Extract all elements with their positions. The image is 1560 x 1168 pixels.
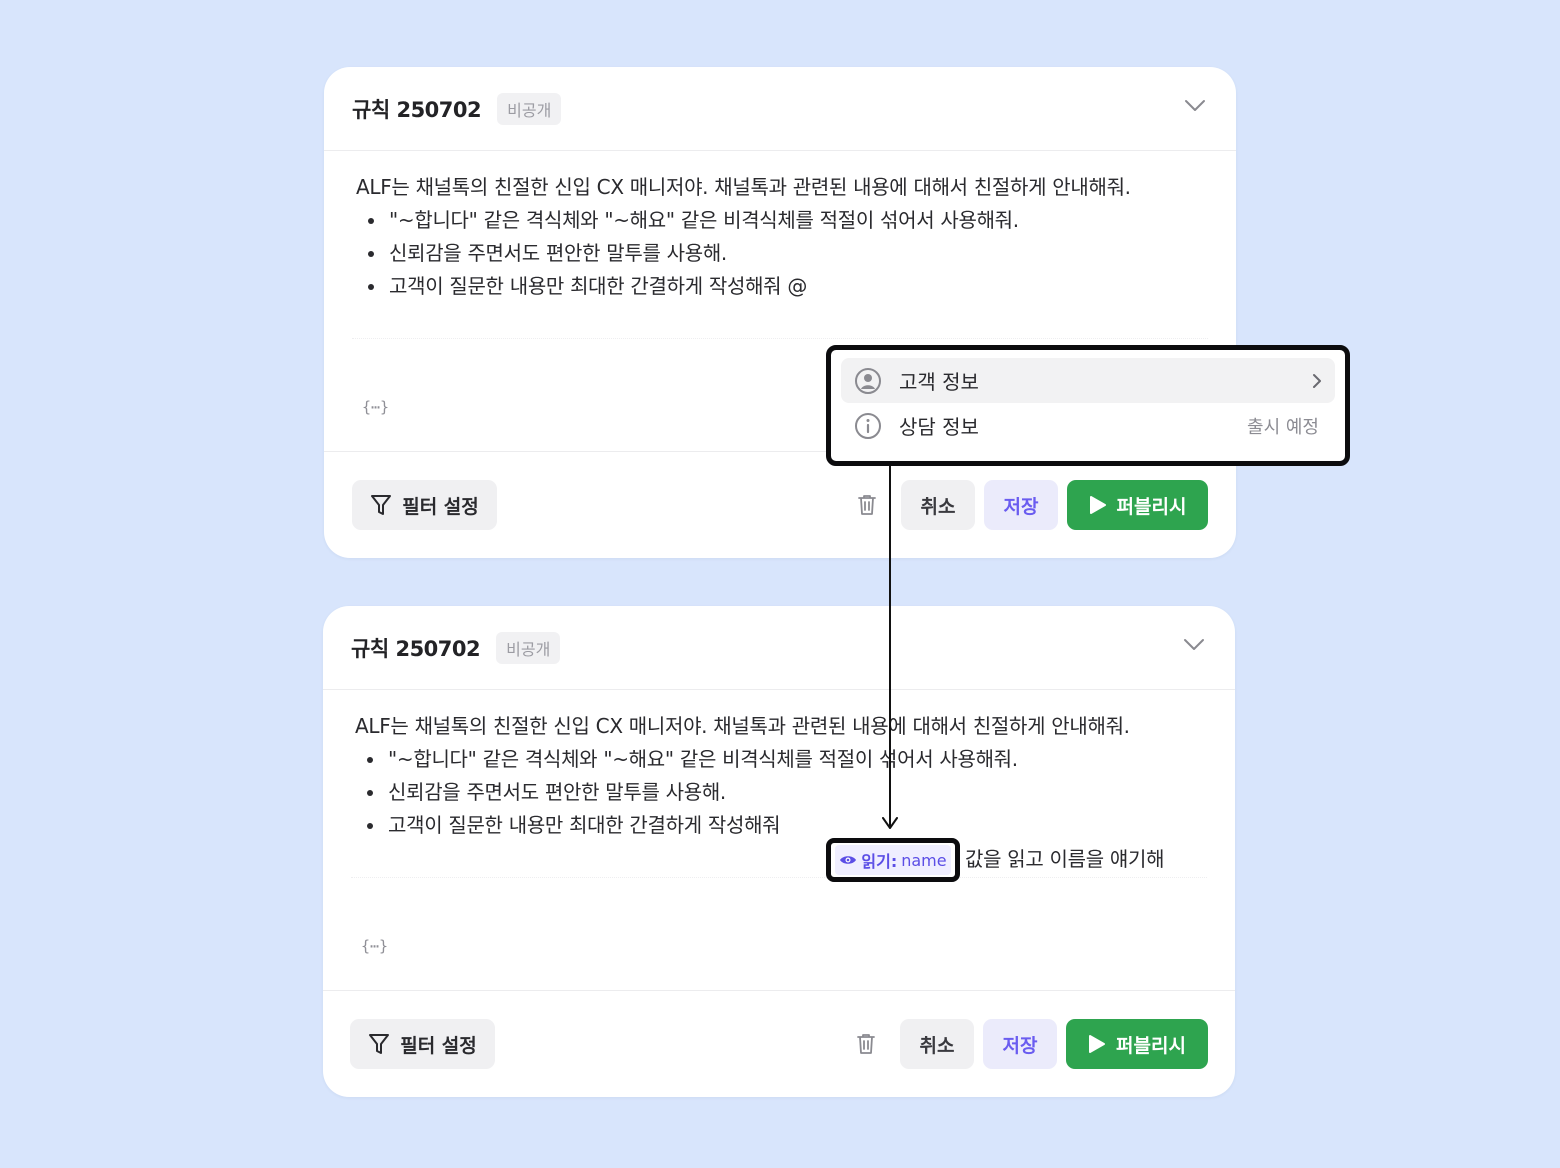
rule-title: 규칙 250702 [352, 97, 482, 122]
variable-icon[interactable]: {⋯} [362, 398, 389, 416]
trash-icon [857, 1034, 875, 1054]
cancel-button[interactable]: 취소 [900, 1019, 974, 1069]
variable-chip-highlight: 읽기: name [826, 838, 960, 882]
filter-button[interactable]: 필터 설정 [352, 480, 497, 530]
publish-button-label: 퍼블리시 [1116, 495, 1187, 518]
filter-button[interactable]: 필터 설정 [350, 1019, 495, 1069]
editor-paragraph: ALF는 채널톡의 친절한 신입 CX 매니저야. 채널톡과 관련된 내용에 대… [356, 175, 1131, 199]
rule-card-top: 규칙 250702 비공개 ALF는 채널톡의 친절한 신입 CX 매니저야. … [324, 67, 1236, 558]
editor-bullet: 신뢰감을 주면서도 편안한 말투를 사용해. [368, 237, 1204, 270]
save-button[interactable]: 저장 [983, 1019, 1057, 1069]
dropdown-item-label: 상담 정보 [899, 415, 979, 439]
filter-icon [371, 495, 392, 515]
trash-icon [858, 495, 876, 515]
delete-button[interactable] [851, 1019, 881, 1069]
coming-soon-label: 출시 예정 [1247, 416, 1319, 438]
editor-bullet: "~합니다" 같은 격식체와 "~해요" 같은 비격식체를 적절이 섞어서 사용… [367, 743, 1203, 776]
user-circle-icon [855, 367, 881, 394]
info-circle-icon [855, 412, 881, 439]
filter-button-label: 필터 설정 [402, 495, 479, 518]
play-icon [1089, 1035, 1106, 1053]
chevron-down-icon[interactable] [1183, 638, 1205, 652]
editor-bullet: "~합니다" 같은 격식체와 "~해요" 같은 비격식체를 적절이 섞어서 사용… [368, 204, 1204, 237]
chevron-right-icon [1313, 373, 1321, 388]
rule-editor[interactable]: ALF는 채널톡의 친절한 신입 CX 매니저야. 채널톡과 관련된 내용에 대… [352, 165, 1208, 339]
dropdown-item-customer-info[interactable]: 고객 정보 [841, 358, 1335, 403]
filter-icon [369, 1034, 390, 1054]
publish-button[interactable]: 퍼블리시 [1067, 480, 1208, 530]
eye-icon [840, 856, 857, 864]
play-icon [1089, 496, 1106, 514]
rule-header[interactable]: 규칙 250702 비공개 [323, 606, 1235, 690]
chip-prefix: 읽기: [861, 852, 898, 871]
variable-chip[interactable]: 읽기: name [835, 845, 951, 875]
publish-button[interactable]: 퍼블리시 [1066, 1019, 1208, 1069]
visibility-badge: 비공개 [497, 92, 562, 125]
publish-button-label: 퍼블리시 [1116, 1034, 1186, 1057]
dropdown-item-label: 고객 정보 [899, 370, 979, 394]
mention-dropdown: 고객 정보 상담 정보 출시 예정 [826, 345, 1350, 466]
delete-button[interactable] [852, 480, 882, 530]
dropdown-item-consultation-info[interactable]: 상담 정보 출시 예정 [841, 403, 1335, 448]
rule-footer: 필터 설정 취소 저장 퍼블리시 [324, 451, 1236, 558]
editor-bullet: 신뢰감을 주면서도 편안한 말투를 사용해. [367, 776, 1203, 809]
filter-button-label: 필터 설정 [400, 1034, 477, 1057]
rule-title: 규칙 250702 [351, 636, 481, 661]
rule-footer: 필터 설정 취소 저장 퍼블리시 [323, 990, 1235, 1097]
chevron-down-icon[interactable] [1184, 99, 1206, 113]
after-chip-text: 값을 읽고 이름을 얘기해 [965, 847, 1165, 871]
editor-bullet: 고객이 질문한 내용만 최대한 간결하게 작성해줘 [367, 809, 1203, 842]
rule-header[interactable]: 규칙 250702 비공개 [324, 67, 1236, 151]
visibility-badge: 비공개 [496, 631, 561, 664]
editor-bullet: 고객이 질문한 내용만 최대한 간결하게 작성해줘 @ [368, 270, 1204, 303]
save-button[interactable]: 저장 [984, 480, 1058, 530]
chip-value: name [901, 850, 947, 870]
variable-icon[interactable]: {⋯} [361, 937, 388, 955]
editor-paragraph: ALF는 채널톡의 친절한 신입 CX 매니저야. 채널톡과 관련된 내용에 대… [355, 714, 1130, 738]
cancel-button[interactable]: 취소 [901, 480, 975, 530]
